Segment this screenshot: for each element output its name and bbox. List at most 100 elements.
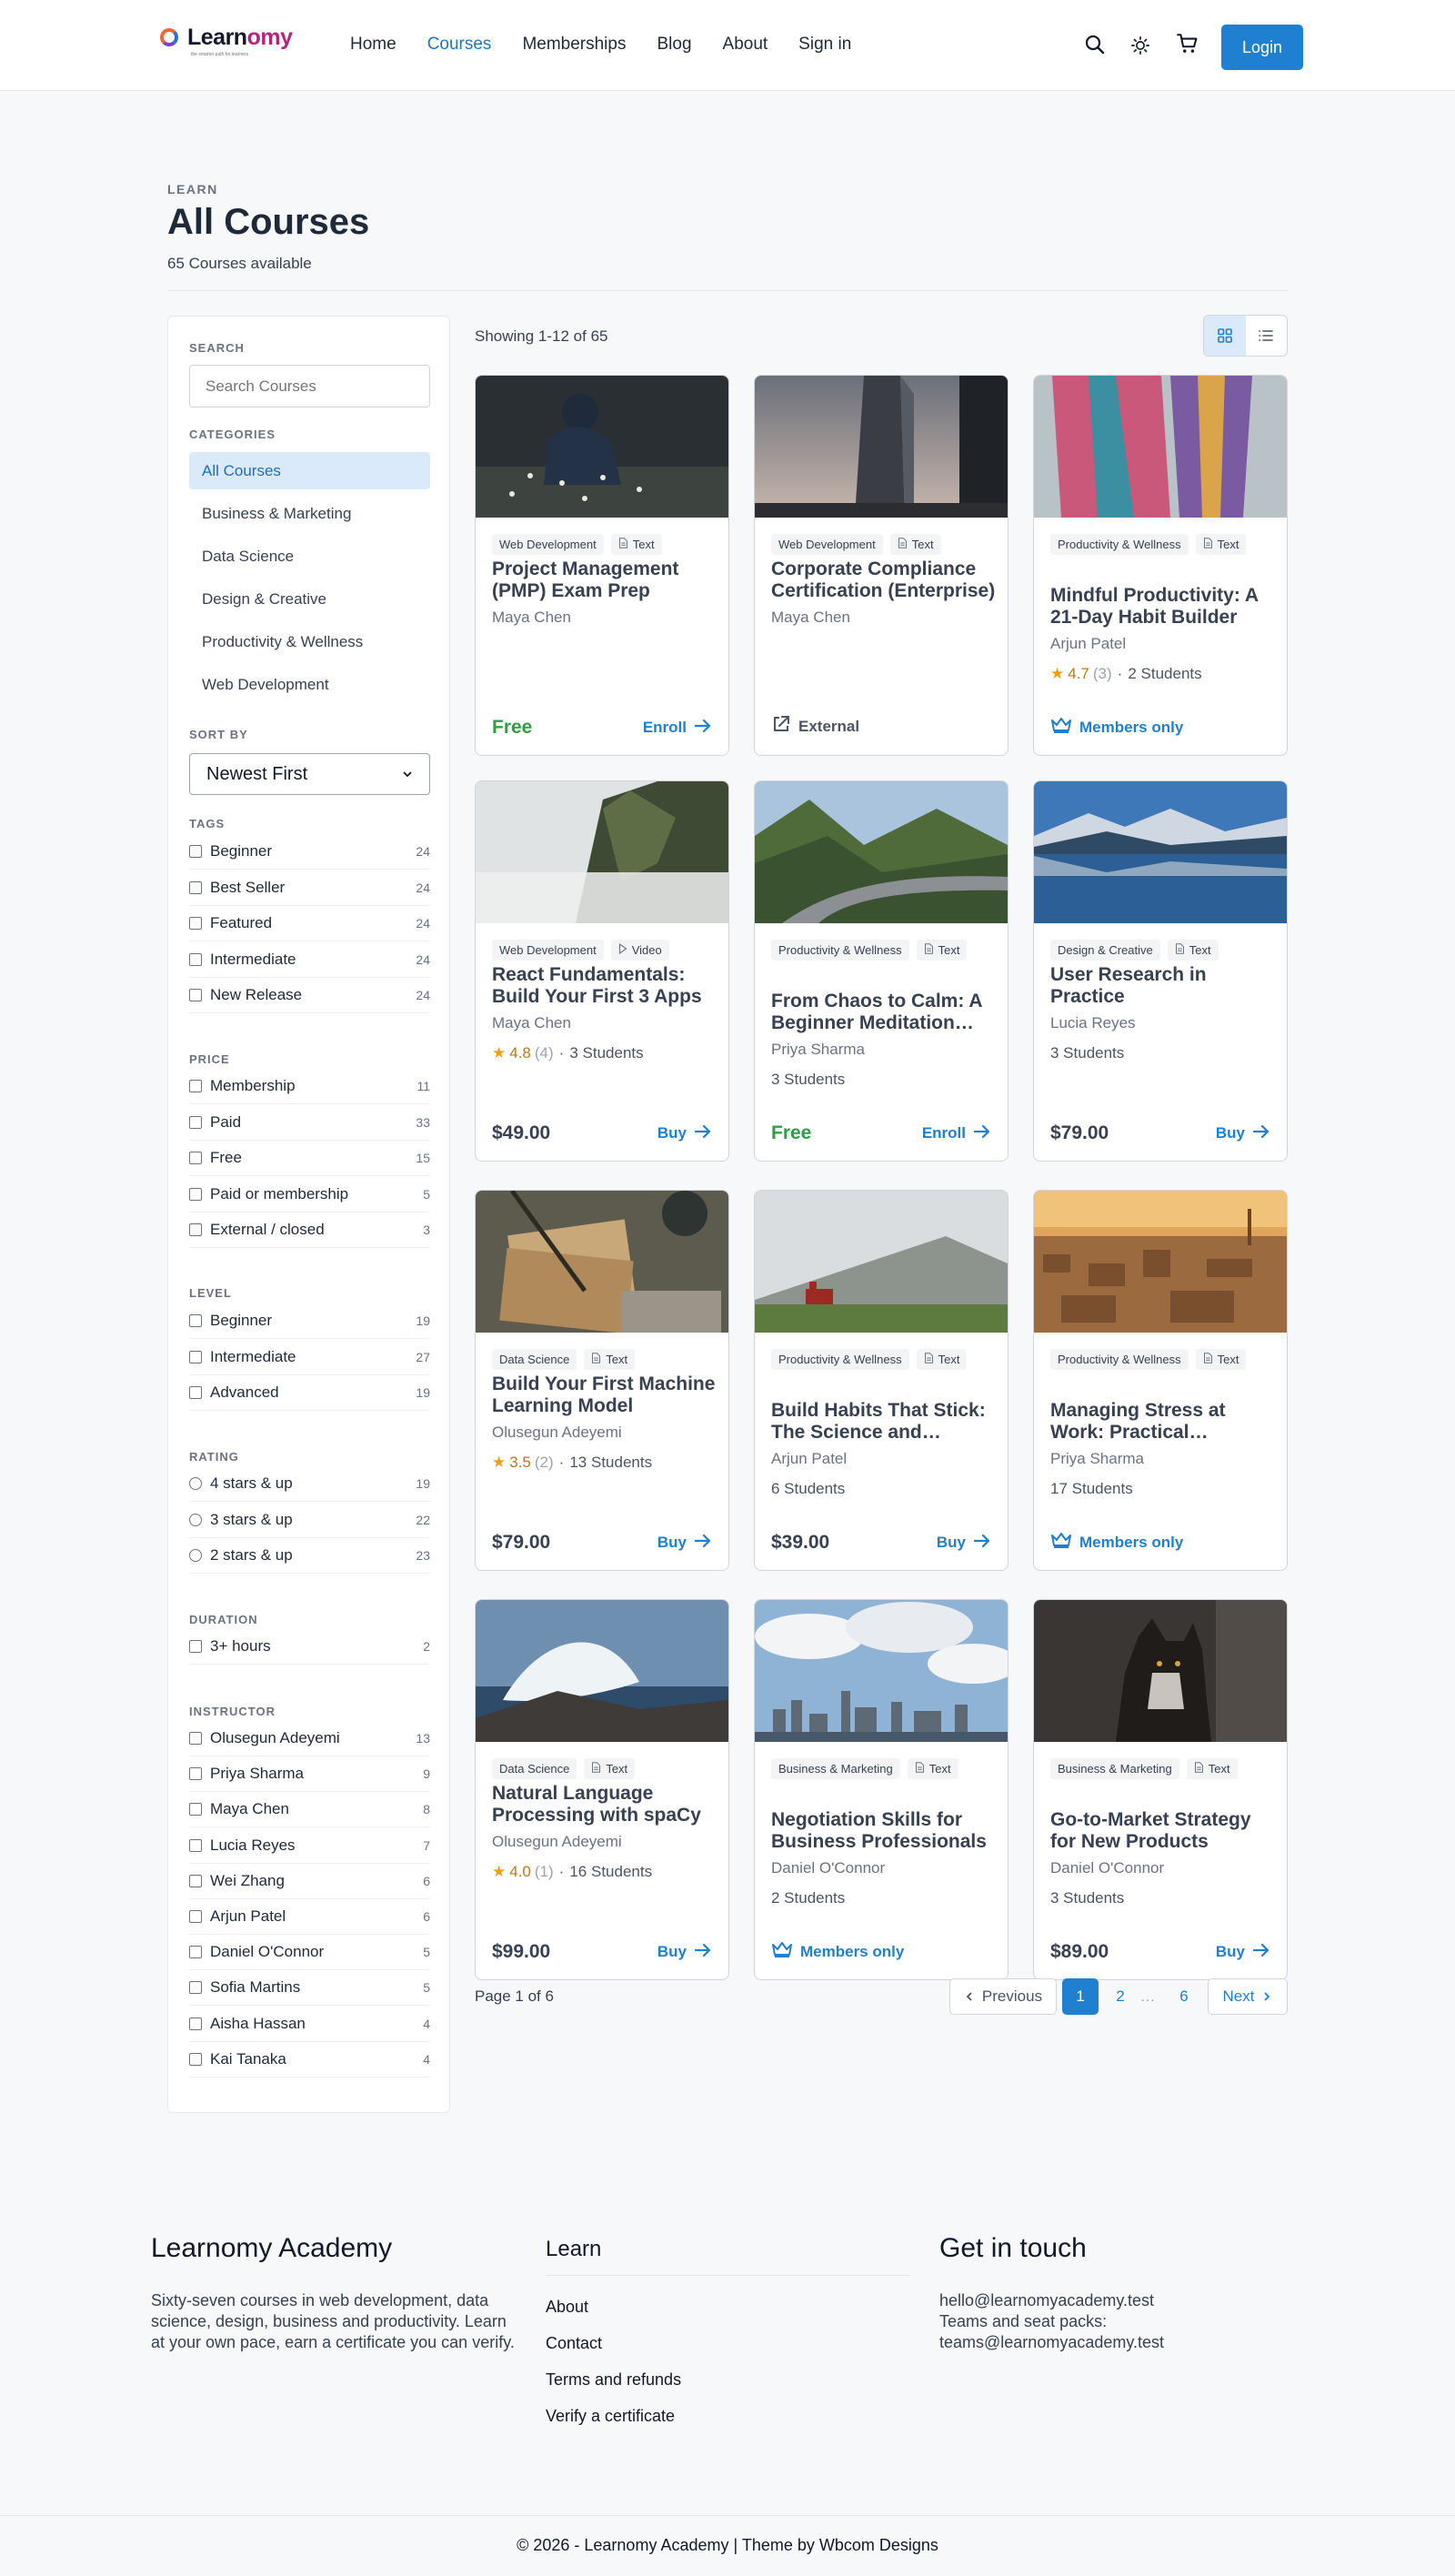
category-chip[interactable]: Web Development — [492, 534, 604, 555]
course-thumbnail[interactable] — [476, 376, 728, 518]
checkbox[interactable] — [189, 1223, 202, 1236]
course-card[interactable]: Productivity & Wellness Text Mindful Produ… — [1033, 375, 1288, 756]
radio[interactable] — [189, 1513, 202, 1526]
instructors-filter-kai-tanaka[interactable]: Kai Tanaka 4 — [189, 2042, 430, 2078]
checkbox[interactable] — [189, 1314, 202, 1327]
category-chip[interactable]: Design & Creative — [1050, 940, 1160, 961]
course-title[interactable]: From Chaos to Calm: A Beginner Meditatio… — [771, 991, 998, 1034]
nav-blog[interactable]: Blog — [657, 35, 691, 55]
course-title[interactable]: Mindful Productivity: A 21-Day Habit Bui… — [1050, 585, 1278, 629]
buy-button[interactable]: Buy — [1216, 1123, 1270, 1144]
footer-link-verify[interactable]: Verify a certificate — [546, 2407, 675, 2426]
category-chip[interactable]: Productivity & Wellness — [771, 1349, 909, 1370]
course-thumbnail[interactable] — [1034, 376, 1287, 518]
course-title[interactable]: Project Management (PMP) Exam Prep — [492, 558, 719, 602]
category-data-science[interactable]: Data Science — [189, 538, 430, 575]
course-title[interactable]: Go-to-Market Strategy for New Products — [1050, 1809, 1278, 1853]
checkbox[interactable] — [189, 989, 202, 1001]
course-title[interactable]: Build Your First Machine Learning Model — [492, 1374, 719, 1417]
course-title[interactable]: User Research in Practice — [1050, 964, 1278, 1008]
course-card[interactable]: Business & Marketing Text Negotiation Skil… — [754, 1599, 1008, 1980]
course-thumbnail[interactable] — [755, 376, 1008, 518]
footer-link-about[interactable]: About — [546, 2298, 588, 2317]
buy-button[interactable]: Buy — [937, 1533, 991, 1554]
buy-button[interactable]: Buy — [657, 1533, 712, 1554]
course-card[interactable]: Design & Creative Text User Research in Pr… — [1033, 780, 1288, 1162]
instructors-filter-daniel-o-connor[interactable]: Daniel O'Connor 5 — [189, 1935, 430, 1971]
site-logo[interactable]: Learnomy the smarter path for learners — [160, 26, 293, 57]
course-thumbnail[interactable] — [476, 1600, 728, 1742]
course-thumbnail[interactable] — [1034, 1600, 1287, 1742]
page-6-button[interactable]: 6 — [1166, 1978, 1202, 2015]
price-filter-free[interactable]: Free 15 — [189, 1141, 430, 1176]
instructors-filter-wei-zhang[interactable]: Wei Zhang 6 — [189, 1864, 430, 1899]
course-card[interactable]: Data Science Text Natural Language Process… — [475, 1599, 729, 1980]
enroll-button[interactable]: Enroll — [643, 718, 712, 739]
course-thumbnail[interactable] — [755, 781, 1008, 923]
search-input[interactable] — [189, 365, 430, 408]
checkbox[interactable] — [189, 1152, 202, 1164]
previous-page-button[interactable]: Previous — [949, 1978, 1057, 2015]
course-card[interactable]: Data Science Text Build Your First Machine… — [475, 1190, 729, 1571]
cart-icon[interactable] — [1175, 31, 1200, 56]
category-productivity-wellness[interactable]: Productivity & Wellness — [189, 623, 430, 660]
course-title[interactable]: React Fundamentals: Build Your First 3 A… — [492, 964, 719, 1008]
course-card[interactable]: Productivity & Wellness Text Build Habits … — [754, 1190, 1008, 1571]
category-chip[interactable]: Productivity & Wellness — [1050, 1349, 1189, 1370]
radio[interactable] — [189, 1549, 202, 1562]
footer-contact-email[interactable]: hello@learnomyacademy.test — [939, 2290, 1154, 2311]
course-card[interactable]: Web Development Video React Fundamentals: … — [475, 780, 729, 1162]
footer-link-contact[interactable]: Contact — [546, 2334, 602, 2353]
next-page-button[interactable]: Next — [1208, 1978, 1288, 2015]
sun-icon[interactable] — [1128, 33, 1153, 58]
members-only-link[interactable]: Members only — [1050, 716, 1183, 739]
checkbox[interactable] — [189, 2017, 202, 2030]
radio[interactable] — [189, 1477, 202, 1490]
course-thumbnail[interactable] — [476, 1191, 728, 1334]
checkbox[interactable] — [189, 1874, 202, 1887]
checkbox[interactable] — [189, 1115, 202, 1129]
instructors-filter-arjun-patel[interactable]: Arjun Patel 6 — [189, 1899, 430, 1935]
enroll-button[interactable]: Enroll — [922, 1123, 991, 1144]
course-card[interactable]: Web Development Text Project Management (P… — [475, 375, 729, 756]
category-chip[interactable]: Web Development — [492, 940, 604, 961]
page-1-button[interactable]: 1 — [1062, 1978, 1099, 2015]
members-only-link[interactable]: Members only — [1050, 1531, 1183, 1554]
checkbox[interactable] — [189, 880, 202, 894]
rating-filter-3-stars-up[interactable]: 3 stars & up 22 — [189, 1503, 430, 1538]
course-card[interactable]: Productivity & Wellness Text Managing Stre… — [1033, 1190, 1288, 1571]
rating-filter-2-stars-up[interactable]: 2 stars & up 23 — [189, 1538, 430, 1574]
footer-link-terms[interactable]: Terms and refunds — [546, 2370, 681, 2390]
checkbox[interactable] — [189, 1767, 202, 1781]
nav-courses[interactable]: Courses — [427, 35, 492, 55]
tags-filter-featured[interactable]: Featured 24 — [189, 906, 430, 941]
instructors-filter-maya-chen[interactable]: Maya Chen 8 — [189, 1792, 430, 1828]
category-chip[interactable]: Productivity & Wellness — [1050, 534, 1189, 555]
category-chip[interactable]: Data Science — [492, 1349, 577, 1370]
category-chip[interactable]: Productivity & Wellness — [771, 940, 909, 961]
category-chip[interactable]: Web Development — [771, 534, 883, 555]
checkbox[interactable] — [189, 917, 202, 930]
checkbox[interactable] — [189, 1187, 202, 1201]
duration-filter-3-hours[interactable]: 3+ hours 2 — [189, 1629, 430, 1665]
course-thumbnail[interactable] — [476, 781, 728, 923]
level-filter-beginner[interactable]: Beginner 19 — [189, 1303, 430, 1339]
nav-about[interactable]: About — [723, 35, 768, 55]
course-thumbnail[interactable] — [1034, 781, 1287, 923]
course-card[interactable]: Productivity & Wellness Text From Chaos to… — [754, 780, 1008, 1162]
checkbox[interactable] — [189, 2052, 202, 2066]
price-filter-paid[interactable]: Paid 33 — [189, 1105, 430, 1141]
instructors-filter-lucia-reyes[interactable]: Lucia Reyes 7 — [189, 1828, 430, 1864]
sort-select[interactable]: Newest First — [189, 753, 430, 795]
instructors-filter-priya-sharma[interactable]: Priya Sharma 9 — [189, 1756, 430, 1793]
buy-button[interactable]: Buy — [657, 1123, 712, 1144]
category-chip[interactable]: Data Science — [492, 1758, 577, 1779]
course-card[interactable]: Web Development Text Corporate Compliance … — [754, 375, 1008, 756]
tags-filter-new-release[interactable]: New Release 24 — [189, 978, 430, 1013]
category-chip[interactable]: Business & Marketing — [1050, 1758, 1179, 1779]
course-title[interactable]: Corporate Compliance Certification (Ente… — [771, 558, 998, 602]
course-card[interactable]: Business & Marketing Text Go-to-Market Str… — [1033, 1599, 1288, 1980]
instructors-filter-olusegun-adeyemi[interactable]: Olusegun Adeyemi 13 — [189, 1721, 430, 1756]
instructors-filter-sofia-martins[interactable]: Sofia Martins 5 — [189, 1970, 430, 2007]
list-view-icon[interactable] — [1246, 316, 1288, 356]
